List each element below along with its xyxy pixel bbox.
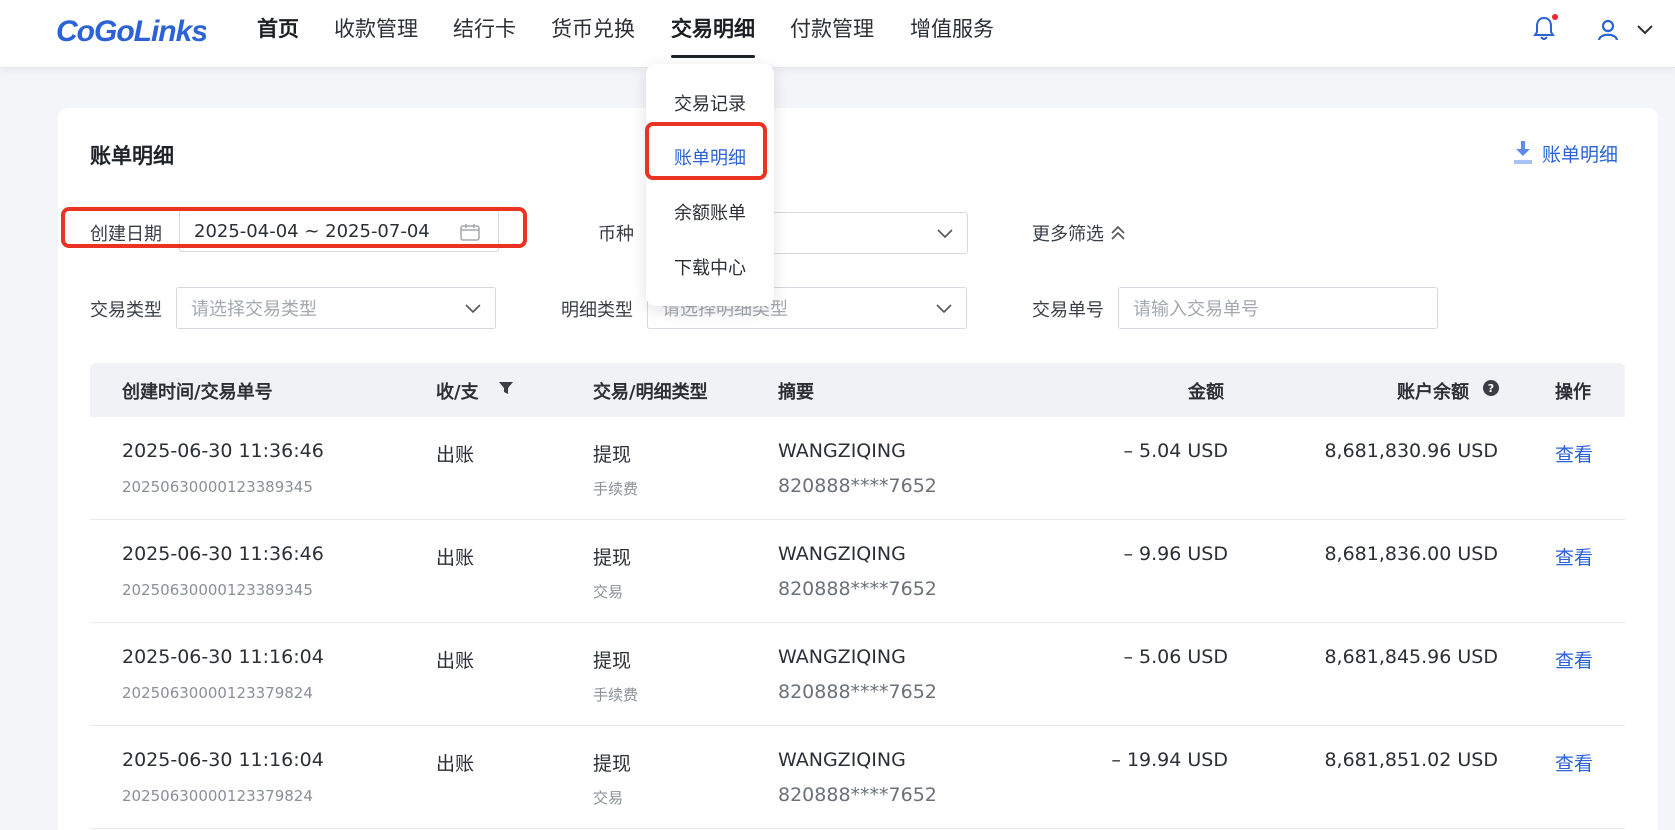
row-balance: 8,681,851.02 USD [1324, 749, 1498, 771]
row-balance: 8,681,830.96 USD [1324, 440, 1498, 462]
more-filters-label: 更多筛选 [1032, 224, 1104, 245]
row-amount: – 5.06 USD [1123, 646, 1228, 668]
col-type: 交易/明细类型 [593, 382, 708, 403]
row-direction: 出账 [436, 444, 475, 466]
row-name: WANGZIQING [778, 646, 906, 668]
row-name: WANGZIQING [778, 749, 906, 771]
chevron-down-icon [937, 229, 953, 239]
row-order-no: 20250630000123379824 [122, 787, 313, 805]
row-amount: – 5.04 USD [1123, 440, 1228, 462]
view-link[interactable]: 查看 [1555, 543, 1593, 570]
table-row [90, 623, 1625, 726]
col-amount: 金额 [1188, 382, 1224, 403]
row-time: 2025-06-30 11:36:46 [122, 543, 324, 565]
nav-exchange[interactable]: 货币兑换 [551, 0, 635, 68]
export-label: 账单明细 [1542, 143, 1619, 166]
nav-transactions[interactable]: 交易明细 [671, 0, 755, 68]
col-summary: 摘要 [778, 382, 814, 403]
chevron-down-icon [465, 304, 481, 314]
nav-payments[interactable]: 付款管理 [790, 0, 874, 68]
date-filter-label: 创建日期 [90, 224, 162, 245]
col-balance: 账户余额 [1397, 382, 1469, 403]
page-title: 账单明细 [90, 144, 174, 168]
row-order-no: 20250630000123389345 [122, 581, 313, 599]
nav-value-added[interactable]: 增值服务 [910, 0, 994, 68]
row-time: 2025-06-30 11:16:04 [122, 749, 324, 771]
row-subtype: 手续费 [593, 480, 639, 498]
row-type: 提现 [593, 547, 632, 569]
help-icon[interactable]: ? [1483, 380, 1499, 396]
menu-item-bill-details[interactable]: 账单明细 [646, 144, 774, 170]
menu-item-balance-bill[interactable]: 余额账单 [646, 199, 774, 225]
more-filters-toggle[interactable]: 更多筛选 [1032, 220, 1126, 246]
tx-type-placeholder: 请选择交易类型 [191, 299, 317, 320]
row-time: 2025-06-30 11:36:46 [122, 440, 324, 462]
date-range-picker[interactable]: 2025-04-04 ~ 2025-07-04 [179, 210, 499, 252]
date-range-value: 2025-04-04 ~ 2025-07-04 [194, 220, 430, 242]
row-name: WANGZIQING [778, 440, 906, 462]
chevron-double-up-icon [1111, 225, 1125, 240]
row-order-no: 20250630000123379824 [122, 684, 313, 702]
row-balance: 8,681,836.00 USD [1324, 543, 1498, 565]
view-link[interactable]: 查看 [1555, 440, 1593, 467]
view-link[interactable]: 查看 [1555, 646, 1593, 673]
row-type: 提现 [593, 753, 632, 775]
transactions-dropdown-menu: 交易记录 账单明细 余额账单 下载中心 [646, 64, 774, 306]
row-direction: 出账 [436, 547, 475, 569]
menu-item-tx-records[interactable]: 交易记录 [646, 90, 774, 116]
tx-type-label: 交易类型 [90, 300, 162, 321]
col-time: 创建时间/交易单号 [122, 382, 273, 403]
bell-icon[interactable] [1532, 16, 1556, 42]
tx-type-select[interactable]: 请选择交易类型 [176, 287, 496, 329]
row-balance: 8,681,845.96 USD [1324, 646, 1498, 668]
table-row [90, 726, 1625, 829]
row-order-no: 20250630000123389345 [122, 478, 313, 496]
svg-text:?: ? [1488, 382, 1494, 395]
notification-dot [1552, 14, 1558, 20]
chevron-down-icon[interactable] [1636, 22, 1654, 36]
row-account: 820888****7652 [778, 578, 937, 600]
row-direction: 出账 [436, 753, 475, 775]
table-row [90, 417, 1625, 520]
chevron-down-icon [936, 304, 952, 314]
row-subtype: 手续费 [593, 686, 639, 704]
row-name: WANGZIQING [778, 543, 906, 565]
row-account: 820888****7652 [778, 475, 937, 497]
tx-no-input[interactable]: 请输入交易单号 [1118, 287, 1438, 329]
nav-home[interactable]: 首页 [257, 0, 299, 68]
row-amount: – 9.96 USD [1123, 543, 1228, 565]
svg-text:CoGoLinks: CoGoLinks [56, 15, 206, 48]
cogolinks-logo[interactable]: CoGoLinks [56, 10, 206, 50]
detail-type-label: 明细类型 [561, 300, 633, 321]
row-account: 820888****7652 [778, 784, 937, 806]
calendar-icon [460, 224, 480, 241]
tx-no-label: 交易单号 [1032, 300, 1104, 321]
row-type: 提现 [593, 444, 632, 466]
nav-collection[interactable]: 收款管理 [334, 0, 418, 68]
view-link[interactable]: 查看 [1555, 749, 1593, 776]
row-account: 820888****7652 [778, 681, 937, 703]
download-icon [1514, 141, 1532, 164]
export-button[interactable]: 账单明细 [1512, 138, 1618, 168]
col-direction: 收/支 [436, 382, 479, 403]
nav-card[interactable]: 结行卡 [453, 0, 516, 68]
row-amount: – 19.94 USD [1111, 749, 1228, 771]
row-subtype: 交易 [593, 583, 624, 601]
top-nav: CoGoLinks 首页 收款管理 结行卡 货币兑换 交易明细 付款管理 增值服… [0, 0, 1675, 68]
row-subtype: 交易 [593, 789, 624, 807]
row-time: 2025-06-30 11:16:04 [122, 646, 324, 668]
tx-no-placeholder: 请输入交易单号 [1133, 299, 1259, 320]
table-row [90, 520, 1625, 623]
filter-icon[interactable] [498, 380, 514, 396]
row-type: 提现 [593, 650, 632, 672]
table-header [90, 363, 1625, 417]
row-direction: 出账 [436, 650, 475, 672]
col-action: 操作 [1555, 382, 1591, 403]
menu-item-download-center[interactable]: 下载中心 [646, 254, 774, 280]
currency-filter-label: 币种 [598, 224, 634, 245]
user-icon[interactable] [1596, 18, 1620, 42]
